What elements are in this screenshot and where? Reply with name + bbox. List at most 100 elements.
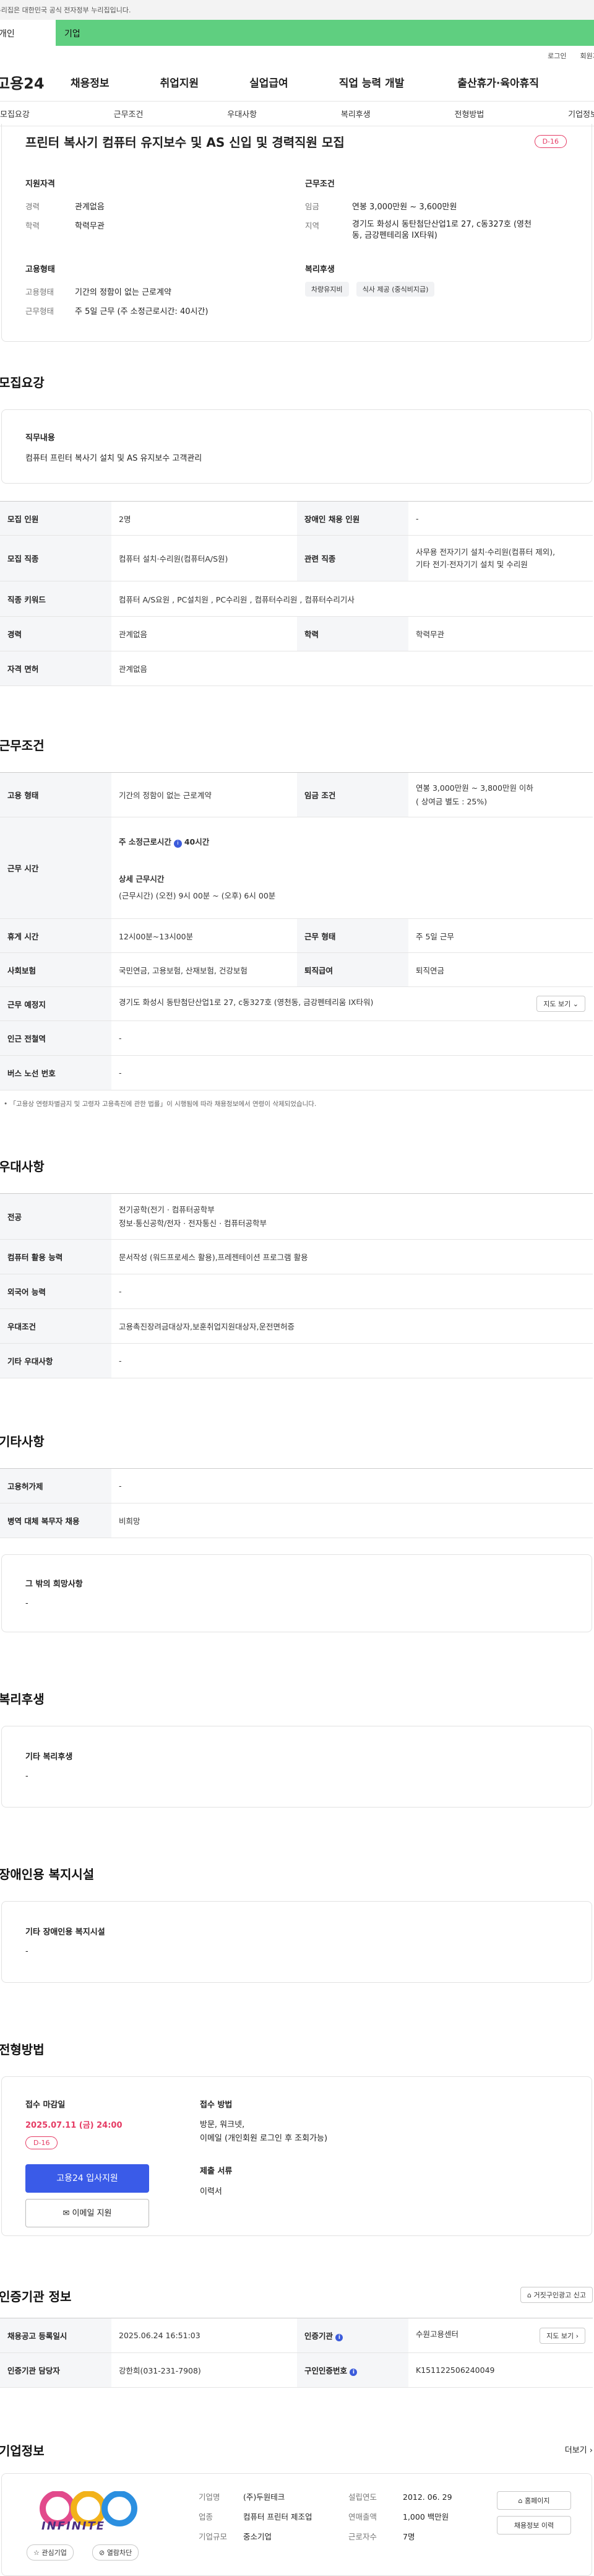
disabled-label: 기타 장애인용 복지시설 [25,1928,105,1937]
major-value: 전기공학(전기 · 컴퓨터공학부 정보·통신공학/전자 · 전자통신 · 컴퓨터공… [111,1193,593,1240]
star-icon: ☆ [33,2549,40,2557]
site-logo[interactable]: 고용24 [0,71,71,93]
welfare-card: 기타 복리후생 - [1,1726,592,1808]
license-value: 관계없음 [111,651,593,686]
company-more-link[interactable]: 더보기 › [565,2443,593,2455]
permit-value: - [111,1468,593,1503]
company-logo-text: INFINITE [41,2520,106,2533]
career-label: 경력 [0,616,111,651]
gnb-item-jobs[interactable]: 채용정보 [71,74,110,90]
company-header: 기업정보 더보기 › [0,2441,594,2461]
job-type-value: 컴퓨터 설치·수리원(컴퓨터A/S원) [111,535,297,581]
agency-map-button[interactable]: 지도 보기 › [540,2327,585,2344]
homepage-button[interactable]: ⌂ 홈페이지 [497,2491,571,2510]
bus-label: 버스 노선 번호 [0,1055,111,1090]
pay-label: 임금 조건 [297,772,408,817]
hope-label: 그 밖의 희망사항 [25,1580,83,1589]
pref-table: 전공 전기공학(전기 · 컴퓨터공학부 정보·통신공학/전자 · 전자통신 · 컴… [0,1193,593,1378]
agency-header: 인증기관 정보 ⌂ 거짓구인광고 신고 [0,2287,594,2307]
count-label: 모집 인원 [0,501,111,536]
related-job-label: 관련 직종 [297,535,408,581]
tab-company[interactable]: 기업 [56,20,594,46]
gnb-item-employment-support[interactable]: 취업지원 [160,74,199,90]
edu-value: 학력무관 [75,222,105,231]
cond-heading: 근무조건 [305,180,335,189]
company-section-title: 기업정보 [0,2443,45,2458]
employees-label: 근로자수 [348,2532,377,2541]
gnb-item-training[interactable]: 직업 능력 개발 [339,74,405,90]
emp-heading: 고용형태 [25,265,55,274]
anchor-work[interactable]: 근무조건 [114,108,144,120]
gnb-item-parental-leave[interactable]: 출산휴가·육아휴직 [457,74,539,90]
welfare-chip: 식사 제공 (중식비지급) [356,282,435,297]
etc-table: 고용허가제 - 병역 대체 복무자 채용 비희망 [0,1468,593,1538]
deadline-value: 2025.07.11 (금) 24:00 [25,2121,123,2130]
recruit-table: 모집 인원 2명 장애인 채용 인원 - 모집 직종 컴퓨터 설치·수리원(컴퓨… [0,501,593,686]
anchor-welfare[interactable]: 복리후생 [341,108,371,120]
work-form-value: 주 5일 근무 [408,918,593,953]
keyword-value: 컴퓨터 A/S요원 , PC설치원 , PC수리원 , 컴퓨터수리원 , 컴퓨터… [111,581,593,617]
insurance-value: 국민연금, 고용보험, 산재보험, 건강보험 [111,952,297,987]
block-icon: ⊘ [99,2549,105,2557]
report-fake-ad-button[interactable]: ⌂ 거짓구인광고 신고 [520,2287,593,2303]
pref-cond-label: 우대조건 [0,1308,111,1344]
cert-no-value: K151122506240049 [408,2352,593,2388]
process-card: 접수 마감일 2025.07.11 (금) 24:00 D-16 고용24 입사… [1,2076,592,2236]
chevron-right-icon: › [575,2331,579,2340]
bus-value: - [111,1055,593,1090]
map-button[interactable]: 지도 보기 ⌄ [536,996,585,1012]
area-label: 지역 [305,221,320,230]
founded-value: 2012. 06. 29 [403,2492,452,2502]
method-block: 접수 방법 방문, 워크넷, 이메일 (개인회원 로그인 후 조회가능) 제출 서… [200,2098,447,2196]
emp-type-value: 기간의 정함이 없는 근로계약 [111,772,297,817]
sales-label: 연매출액 [348,2512,377,2522]
home-icon: ⌂ [518,2497,523,2505]
job-title: 프린터 복사기 컴퓨터 유지보수 및 AS 신입 및 경력직원 모집 [25,135,345,150]
employment-block: 고용형태 고용형태 기간의 정함이 없는 근로계약 근무형태 주 5일 근무 (주 … [25,263,285,316]
anchor-process[interactable]: 전형방법 [455,108,484,120]
industry-label: 업종 [199,2512,213,2522]
etc-section-title: 기타사항 [0,1434,45,1449]
mail-icon: ✉ [62,2209,70,2218]
subway-value: - [111,1020,593,1056]
company-size-value: 중소기업 [243,2532,272,2541]
pc-skill-label: 컴퓨터 활용 능력 [0,1239,111,1274]
company-info-right: 설립연도 2012. 06. 29 연매출액 1,000 백만원 근로자수 7명 [348,2491,452,2543]
anchor-recruit[interactable]: 모집요강 [0,108,30,120]
welfare-chip: 차량유지비 [305,282,349,297]
duty-label: 직무내용 [25,433,55,443]
docs-label: 제출 서류 [200,2167,233,2176]
disabled-count-label: 장애인 채용 인원 [297,501,408,536]
work-time-value: 주 소정근로시간 i 40시간 상세 근무시간 (근무시간) (오전) 9시 0… [111,817,593,919]
method-value: 방문, 워크넷, 이메일 (개인회원 로그인 후 조회가능) [200,2120,328,2143]
gnb-item-unemployment[interactable]: 실업급여 [249,74,288,90]
apply-button[interactable]: 고용24 입사지원 [25,2164,149,2193]
method-label: 접수 방법 [200,2100,233,2110]
global-nav: 고용24 채용정보 취업지원 실업급여 직업 능력 개발 출산휴가·육아휴직 [0,63,594,102]
anchor-company[interactable]: 기업정보 [568,108,594,120]
emp-type-label: 고용 형태 [0,772,111,817]
pay-value: 연봉 3,000만원 ~ 3,600만원 [352,202,457,212]
anchor-pref[interactable]: 우대사항 [227,108,257,120]
gov-banner: 이 누리집은 대한민국 공식 전자정부 누리집입니다. [0,0,594,20]
subway-label: 인근 전철역 [0,1020,111,1056]
qualification-block: 지원자격 경력 관계없음 학력 학력무관 [25,177,260,231]
agency-label: 인증기관 i [297,2318,408,2353]
process-section-title: 전형방법 [0,2042,45,2057]
job-type-label: 모집 직종 [0,535,111,581]
language-value: - [111,1274,593,1309]
docs-value: 이력서 [200,2187,222,2196]
major-label: 전공 [0,1193,111,1240]
education-label: 학력 [297,616,408,651]
signup-link[interactable]: 회원가입 [580,51,594,63]
login-link[interactable]: 로그인 [548,51,566,63]
pref-etc-value: - [111,1343,593,1378]
pref-cond-value: 고용촉진장려금대상자,보훈취업지원대상자,운전면허증 [111,1308,593,1344]
dday-badge: D-16 [25,2136,58,2149]
favorite-company-button[interactable]: ☆ 관심기업 [27,2544,74,2561]
exp-value: 관계없음 [75,202,105,212]
recruit-history-button[interactable]: 채용정보 이력 [497,2516,571,2535]
email-apply-button[interactable]: ✉ 이메일 지원 [25,2199,149,2227]
block-company-button[interactable]: ⊘ 열람차단 [92,2544,139,2561]
tab-individual[interactable]: 개인 [0,20,56,46]
